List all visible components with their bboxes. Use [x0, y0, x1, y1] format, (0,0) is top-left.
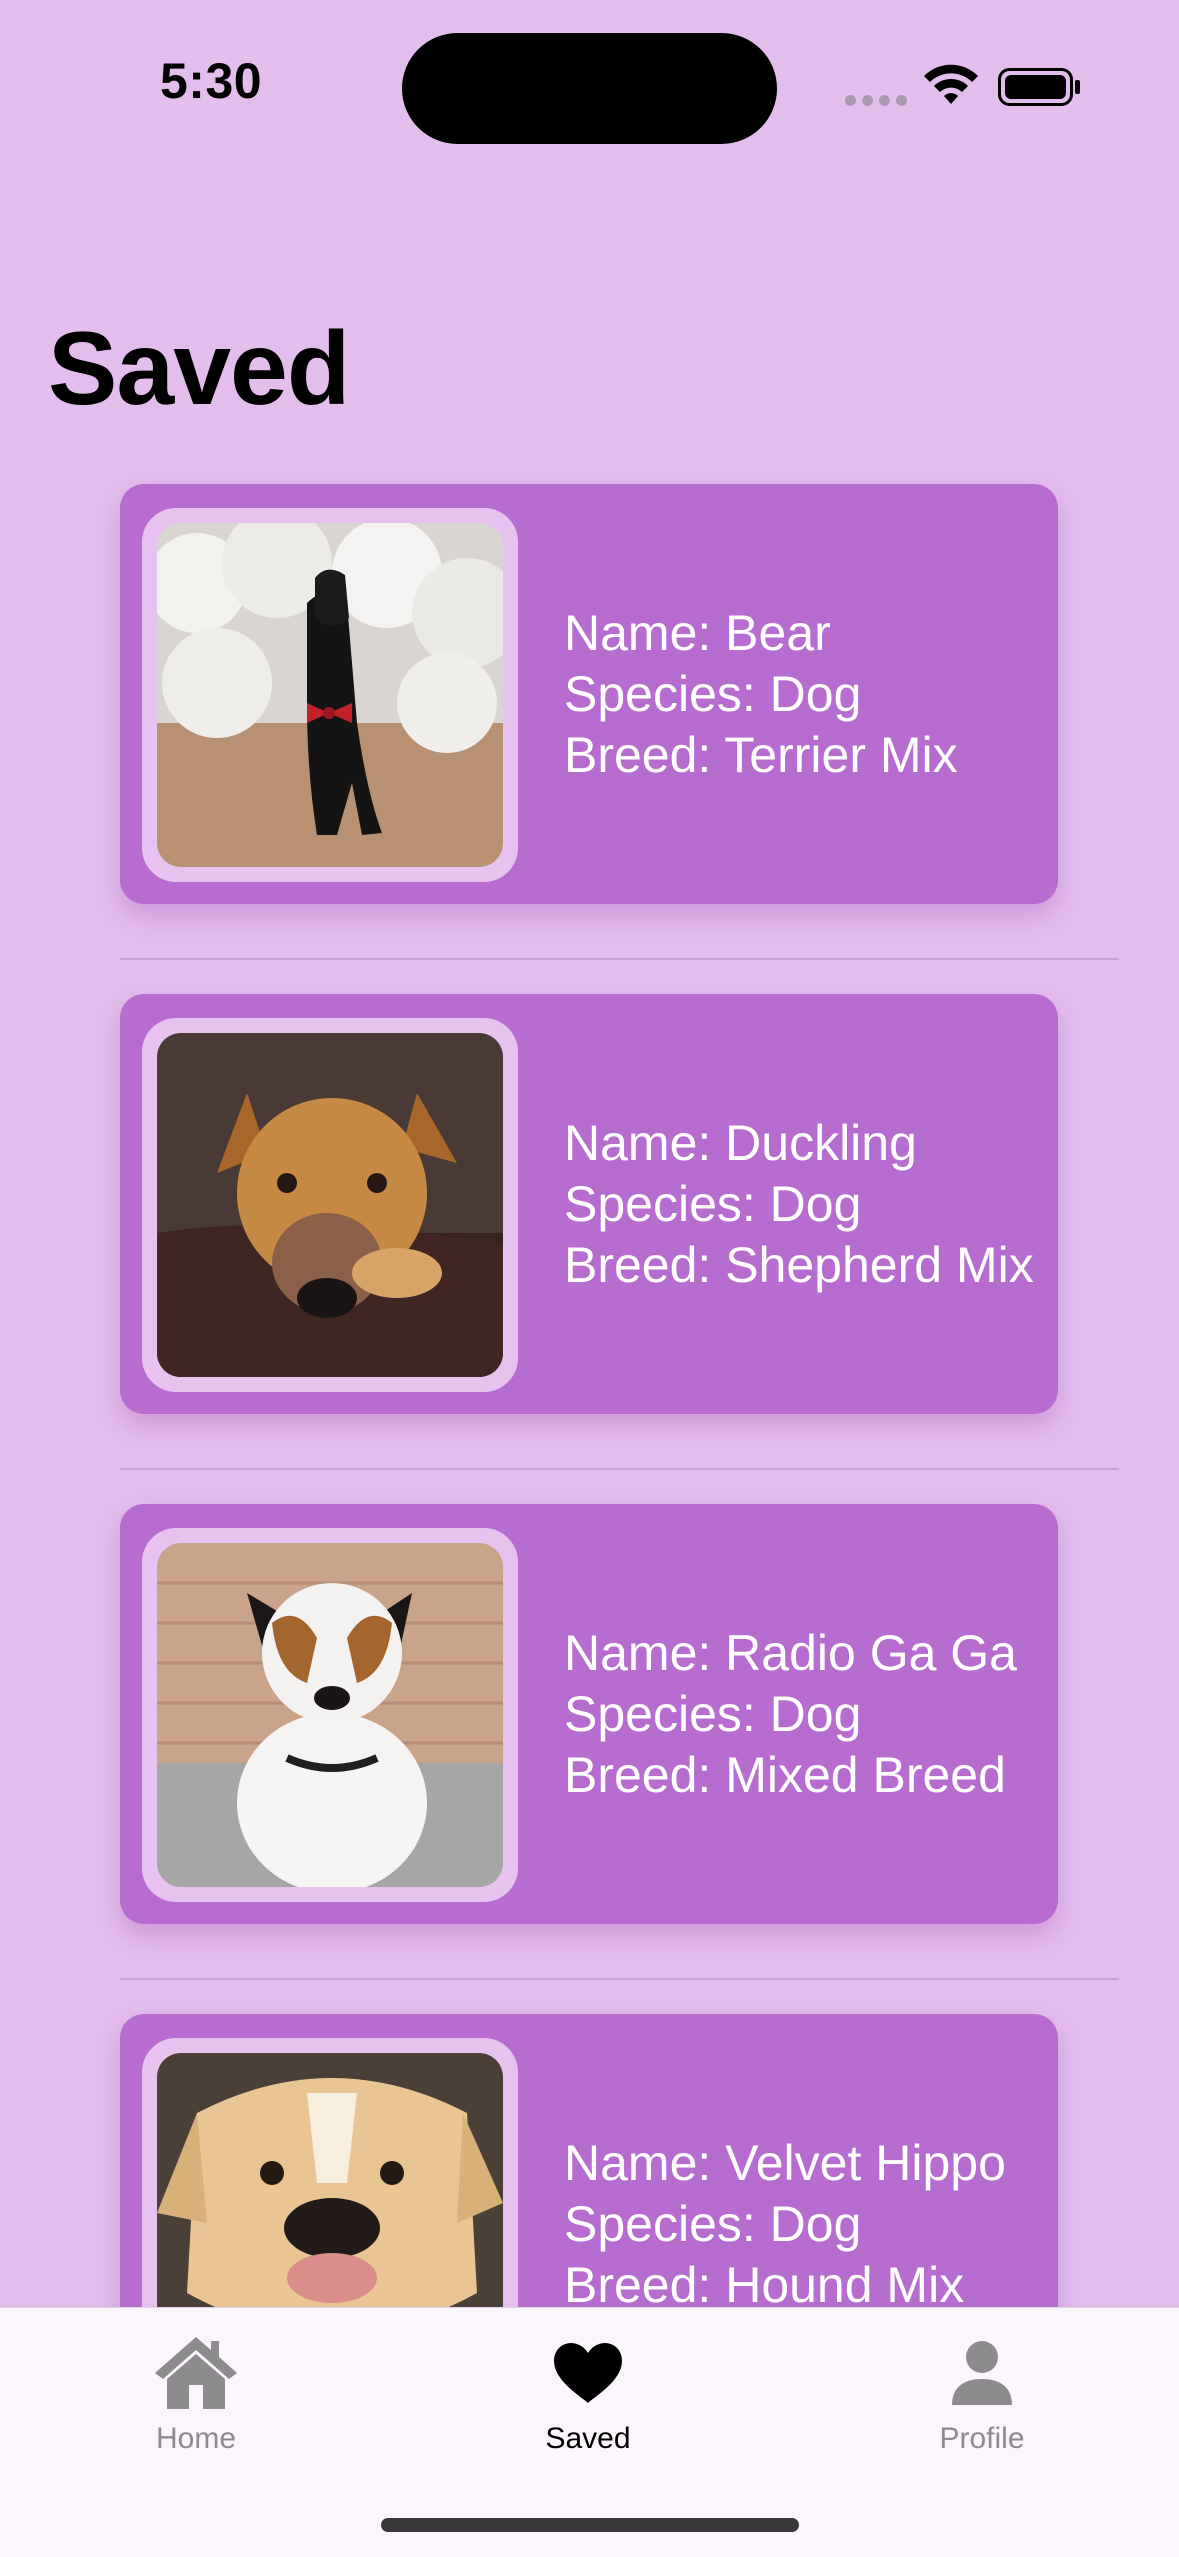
cellular-signal-icon [845, 95, 907, 106]
pet-breed: Breed: Mixed Breed [564, 1746, 1006, 1803]
pet-species: Species: Dog [564, 1685, 862, 1742]
pet-photo [157, 1543, 503, 1887]
tab-home-label: Home [155, 2422, 237, 2455]
pet-species: Species: Dog [564, 2195, 862, 2252]
person-icon [952, 2341, 1012, 2405]
pet-breed: Breed: Shepherd Mix [564, 1236, 1034, 1293]
home-indicator[interactable] [381, 2518, 799, 2532]
pet-name: Name: Radio Ga Ga [564, 1624, 1017, 1681]
dynamic-island [402, 33, 777, 144]
list-item[interactable]: Name: Radio Ga Ga Species: Dog Breed: Mi… [0, 1500, 1179, 2010]
tab-saved-label: Saved [545, 2422, 631, 2455]
pet-name: Name: Velvet Hippo [564, 2134, 1006, 2191]
pet-breed: Breed: Terrier Mix [564, 726, 958, 783]
list-divider [120, 1468, 1119, 1470]
list-divider [120, 1978, 1119, 1980]
tab-saved[interactable]: Saved [468, 2328, 708, 2456]
pet-card[interactable]: Name: Duckling Species: Dog Breed: Sheph… [120, 994, 1058, 1414]
list-divider [120, 958, 1119, 960]
list-item[interactable]: Name: Bear Species: Dog Breed: Terrier M… [0, 480, 1179, 990]
house-icon [155, 2337, 237, 2409]
pet-photo-frame [142, 508, 518, 882]
pet-card[interactable]: Name: Bear Species: Dog Breed: Terrier M… [120, 484, 1058, 904]
tab-profile[interactable]: Profile [862, 2328, 1102, 2456]
battery-icon [998, 68, 1080, 106]
pet-name: Name: Bear [564, 604, 831, 661]
saved-pets-list[interactable]: Name: Bear Species: Dog Breed: Terrier M… [0, 480, 1179, 2520]
list-item[interactable]: Name: Duckling Species: Dog Breed: Sheph… [0, 990, 1179, 1500]
pet-photo-frame [142, 1528, 518, 1902]
pet-photo [157, 1033, 503, 1377]
status-time: 5:30 [160, 53, 263, 109]
pet-photo [157, 523, 503, 867]
tab-home[interactable]: Home [76, 2328, 316, 2456]
pet-name: Name: Duckling [564, 1114, 917, 1171]
tab-profile-label: Profile [939, 2422, 1025, 2455]
pet-species: Species: Dog [564, 665, 862, 722]
page-title: Saved [48, 311, 350, 427]
pet-card[interactable]: Name: Radio Ga Ga Species: Dog Breed: Mi… [120, 1504, 1058, 1924]
pet-species: Species: Dog [564, 1175, 862, 1232]
wifi-icon [924, 64, 978, 104]
heart-icon [554, 2343, 622, 2403]
pet-photo-frame [142, 1018, 518, 1392]
